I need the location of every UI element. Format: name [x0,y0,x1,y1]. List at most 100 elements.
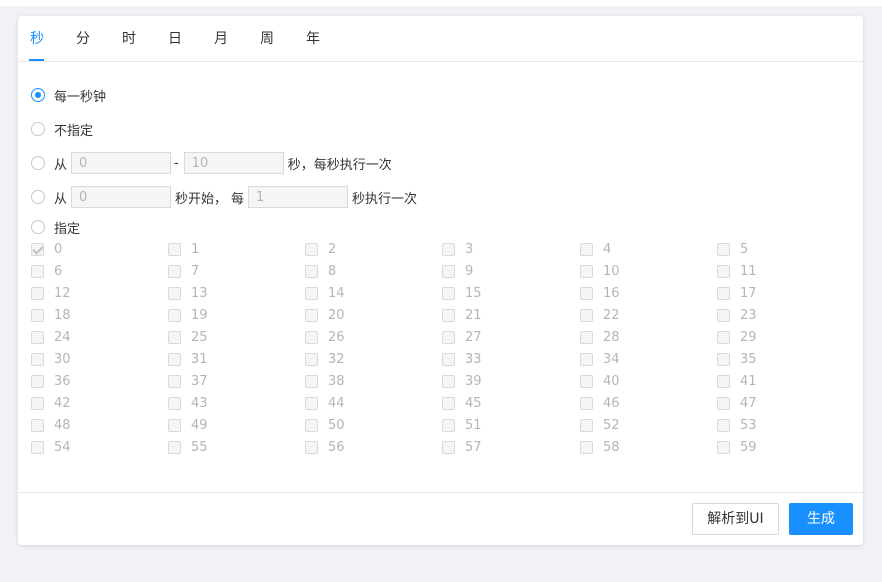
second-checkbox[interactable] [580,331,593,344]
tab-second[interactable]: 秒 [27,16,47,61]
second-checkbox-label: 46 [603,396,620,411]
second-checkbox[interactable] [717,287,730,300]
second-checkbox[interactable] [580,397,593,410]
radio-specify[interactable] [31,220,45,234]
second-checkbox[interactable] [31,265,44,278]
second-checkbox[interactable] [168,375,181,388]
second-checkbox[interactable] [442,243,455,256]
range-end-input[interactable] [183,152,284,174]
second-checkbox[interactable] [168,331,181,344]
second-checkbox[interactable] [717,243,730,256]
interval-every-label: 每 [231,191,245,207]
second-checkbox[interactable] [442,441,455,454]
second-checkbox-label: 55 [191,440,208,455]
second-checkbox-label: 8 [328,264,337,279]
top-strip [0,0,882,6]
tab-minute[interactable]: 分 [73,16,93,61]
second-checkbox[interactable] [442,397,455,410]
interval-start-suffix: 秒开始， [175,191,228,207]
second-checkbox[interactable] [31,397,44,410]
radio-unspecified[interactable] [31,122,45,136]
tab-hour[interactable]: 时 [119,16,139,61]
second-checkbox[interactable] [305,353,318,366]
radio-interval[interactable] [31,190,45,204]
second-checkbox[interactable] [717,353,730,366]
second-checkbox[interactable] [305,243,318,256]
second-checkbox-label: 47 [740,396,757,411]
second-checkbox[interactable] [168,397,181,410]
second-checkbox[interactable] [580,441,593,454]
second-checkbox-label: 18 [54,308,71,323]
radio-every-second[interactable] [31,88,45,102]
second-checkbox[interactable] [305,331,318,344]
second-checkbox-label: 51 [465,418,482,433]
range-from-label: 从 [54,157,68,173]
range-start-input[interactable] [71,152,172,174]
second-checkbox[interactable] [305,419,318,432]
second-checkbox[interactable] [580,287,593,300]
second-checkbox[interactable] [31,287,44,300]
second-checkbox[interactable] [717,309,730,322]
second-checkbox[interactable] [305,265,318,278]
second-checkbox[interactable] [442,375,455,388]
second-checkbox[interactable] [717,331,730,344]
second-checkbox[interactable] [580,309,593,322]
second-checkbox[interactable] [580,375,593,388]
second-checkbox-label: 33 [465,352,482,367]
option-specify[interactable]: 指定 [31,216,80,238]
second-checkbox[interactable] [168,309,181,322]
second-checkbox[interactable] [442,353,455,366]
second-checkbox[interactable] [305,397,318,410]
second-checkbox[interactable] [717,441,730,454]
second-checkbox[interactable] [168,265,181,278]
second-checkbox[interactable] [168,243,181,256]
second-checkbox[interactable] [305,287,318,300]
second-checkbox[interactable] [31,441,44,454]
second-checkbox[interactable] [442,265,455,278]
second-checkbox[interactable] [31,353,44,366]
second-checkbox[interactable] [580,353,593,366]
parse-to-ui-button[interactable]: 解析到UI [692,503,779,535]
active-tab-indicator [29,59,44,61]
second-checkbox-label: 4 [603,242,612,257]
tab-day[interactable]: 日 [165,16,185,61]
second-checkbox[interactable] [168,419,181,432]
second-checkbox[interactable] [580,243,593,256]
radio-range[interactable] [31,156,45,170]
second-checkbox[interactable] [31,419,44,432]
second-checkbox[interactable] [31,309,44,322]
tab-year[interactable]: 年 [303,16,323,61]
option-interval[interactable]: 从 秒开始， 每 秒执行一次 [31,186,417,208]
second-checkbox-label: 2 [328,242,337,257]
second-checkbox[interactable] [442,331,455,344]
second-checkbox[interactable] [168,353,181,366]
second-checkbox[interactable] [31,243,44,256]
option-every-second[interactable]: 每一秒钟 [31,84,106,106]
second-checkbox-label: 7 [191,264,200,279]
second-checkbox[interactable] [580,419,593,432]
second-checkbox[interactable] [580,265,593,278]
second-checkbox[interactable] [168,287,181,300]
generate-button[interactable]: 生成 [789,503,853,535]
second-checkbox[interactable] [442,419,455,432]
second-checkbox[interactable] [717,419,730,432]
interval-step-input[interactable] [248,186,349,208]
second-checkbox[interactable] [305,375,318,388]
second-checkbox[interactable] [442,309,455,322]
option-unspecified[interactable]: 不指定 [31,118,93,140]
second-checkbox-label: 16 [603,286,620,301]
interval-start-input[interactable] [71,186,172,208]
second-checkbox-label: 34 [603,352,620,367]
second-checkbox[interactable] [717,397,730,410]
second-checkbox[interactable] [305,309,318,322]
tab-month[interactable]: 月 [211,16,231,61]
tab-week[interactable]: 周 [257,16,277,61]
second-checkbox[interactable] [442,287,455,300]
second-checkbox[interactable] [31,331,44,344]
second-checkbox[interactable] [717,375,730,388]
option-range[interactable]: 从 - 秒，每秒执行一次 [31,152,392,174]
second-checkbox[interactable] [31,375,44,388]
second-checkbox[interactable] [305,441,318,454]
second-checkbox[interactable] [168,441,181,454]
second-checkbox[interactable] [717,265,730,278]
